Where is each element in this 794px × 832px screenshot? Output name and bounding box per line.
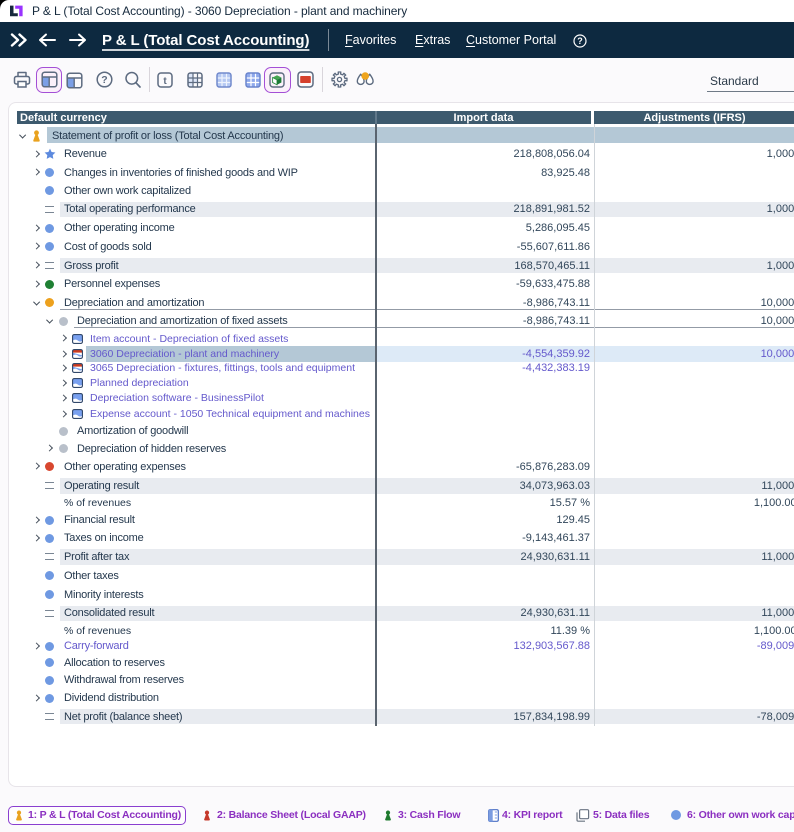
svg-text:t: t <box>163 75 167 86</box>
svg-text:?: ? <box>101 74 107 86</box>
svg-text:?: ? <box>577 36 583 46</box>
